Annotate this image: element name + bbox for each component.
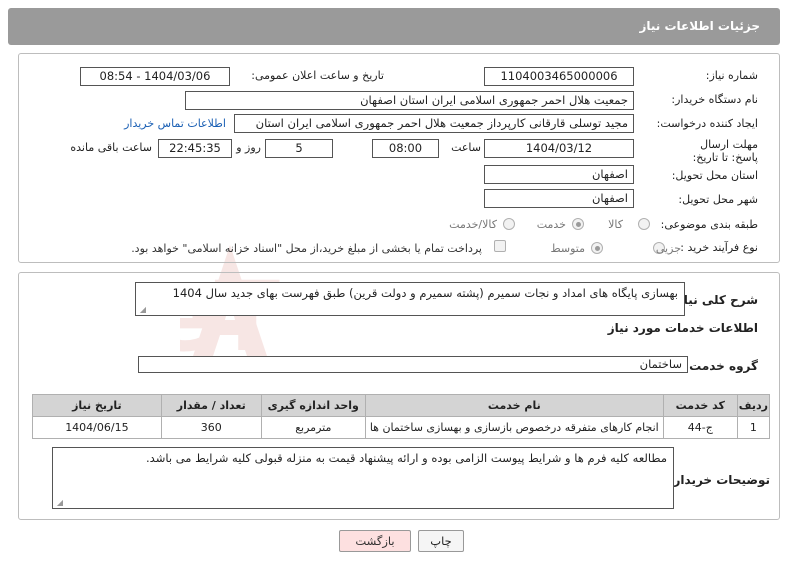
service-group-label: گروه خدمت: — [684, 359, 758, 373]
table-header-row: ردیف کد خدمت نام خدمت واحد اندازه گیری ت… — [32, 394, 771, 417]
process-option-jozei: جزیی — [655, 242, 681, 255]
category-label: طبقه بندی موضوعی: — [660, 218, 758, 231]
days-label: روز و — [236, 141, 261, 154]
need-number-field: 1104003465000006 — [484, 67, 634, 86]
process-radio-motevaset[interactable] — [591, 242, 603, 254]
deadline-time-field: 08:00 — [372, 139, 439, 158]
cell-unit: مترمربع — [260, 416, 366, 439]
service-group-field: ساختمان — [138, 356, 688, 373]
treasury-checkbox[interactable] — [494, 240, 506, 252]
cell-need-date: 1404/06/15 — [32, 416, 162, 439]
cell-service-code: ج-44 — [662, 416, 738, 439]
page-header: جزئیات اطلاعات نیاز — [8, 8, 780, 45]
description-text: بهسازی پایگاه های امداد و نجات سمیرم (پش… — [172, 286, 678, 300]
deadline-date-field: 1404/03/12 — [484, 139, 634, 158]
province-field: اصفهان — [484, 165, 634, 184]
col-header-service-code: کد خدمت — [662, 394, 738, 417]
remaining-label: ساعت باقی مانده — [70, 141, 152, 154]
services-section-title: اطلاعات خدمات مورد نیاز — [607, 321, 758, 335]
category-radio-kala-khedmat[interactable] — [503, 218, 515, 230]
deadline-label: مهلت ارسال پاسخ: تا تاریخ: — [692, 138, 758, 164]
buyer-notes-field: مطالعه کلیه فرم ها و شرایط پیوست الزامی … — [52, 447, 674, 509]
col-header-unit: واحد اندازه گیری — [260, 394, 366, 417]
buyer-org-label: نام دستگاه خریدار: — [671, 93, 758, 106]
description-field: بهسازی پایگاه های امداد و نجات سمیرم (پش… — [135, 282, 685, 316]
buyer-contact-link[interactable]: اطلاعات تماس خریدار — [124, 117, 226, 130]
buyer-notes-text: مطالعه کلیه فرم ها و شرایط پیوست الزامی … — [146, 451, 667, 465]
city-field: اصفهان — [484, 189, 634, 208]
category-option-kala-khedmat: کالا/خدمت — [449, 218, 497, 231]
category-radio-kala[interactable] — [638, 218, 650, 230]
remaining-time-field: 22:45:35 — [158, 139, 232, 158]
col-header-row-number: ردیف — [736, 394, 771, 417]
col-header-service-name: نام خدمت — [364, 394, 664, 417]
resize-grip-icon[interactable]: ◢ — [138, 306, 146, 314]
process-label: نوع فرآیند خرید : — [680, 241, 758, 254]
table-row: 1 ج-44 انجام کارهای متفرقه درخصوص بازساز… — [32, 416, 771, 439]
back-button[interactable]: بازگشت — [339, 530, 411, 552]
treasury-text: پرداخت تمام یا بخشی از مبلغ خرید،از محل … — [131, 242, 482, 255]
cell-service-name: انجام کارهای متفرقه درخصوص بازسازی و بهس… — [364, 416, 664, 439]
col-header-quantity: تعداد / مقدار — [160, 394, 262, 417]
cell-row-number: 1 — [736, 416, 771, 439]
deadline-time-label: ساعت — [451, 141, 481, 154]
col-header-need-date: تاریخ نیاز — [32, 394, 162, 417]
buyer-org-field: جمعیت هلال احمر جمهوری اسلامی ایران استا… — [185, 91, 634, 110]
page-title: جزئیات اطلاعات نیاز — [639, 19, 760, 33]
creator-field: مجید توسلی قارقانی کارپرداز جمعیت هلال ا… — [234, 114, 634, 133]
resize-grip-icon[interactable]: ◢ — [55, 499, 63, 507]
creator-label: ایجاد کننده درخواست: — [656, 117, 758, 130]
category-option-khedmat: خدمت — [536, 218, 566, 231]
cell-quantity: 360 — [160, 416, 262, 439]
announce-label: تاریخ و ساعت اعلان عمومی: — [251, 69, 384, 82]
need-number-label: شماره نیاز: — [705, 69, 758, 82]
buyer-notes-label: توضیحات خریدار: — [668, 473, 770, 487]
city-label: شهر محل تحویل: — [678, 193, 758, 206]
days-field: 5 — [265, 139, 333, 158]
category-option-kala: کالا — [608, 218, 623, 231]
services-table: ردیف کد خدمت نام خدمت واحد اندازه گیری ت… — [32, 394, 771, 439]
announce-field: 1404/03/06 - 08:54 — [80, 67, 230, 86]
province-label: استان محل تحویل: — [671, 169, 758, 182]
process-option-motevaset: متوسط — [550, 242, 585, 255]
print-button[interactable]: چاپ — [418, 530, 464, 552]
category-radio-khedmat[interactable] — [572, 218, 584, 230]
